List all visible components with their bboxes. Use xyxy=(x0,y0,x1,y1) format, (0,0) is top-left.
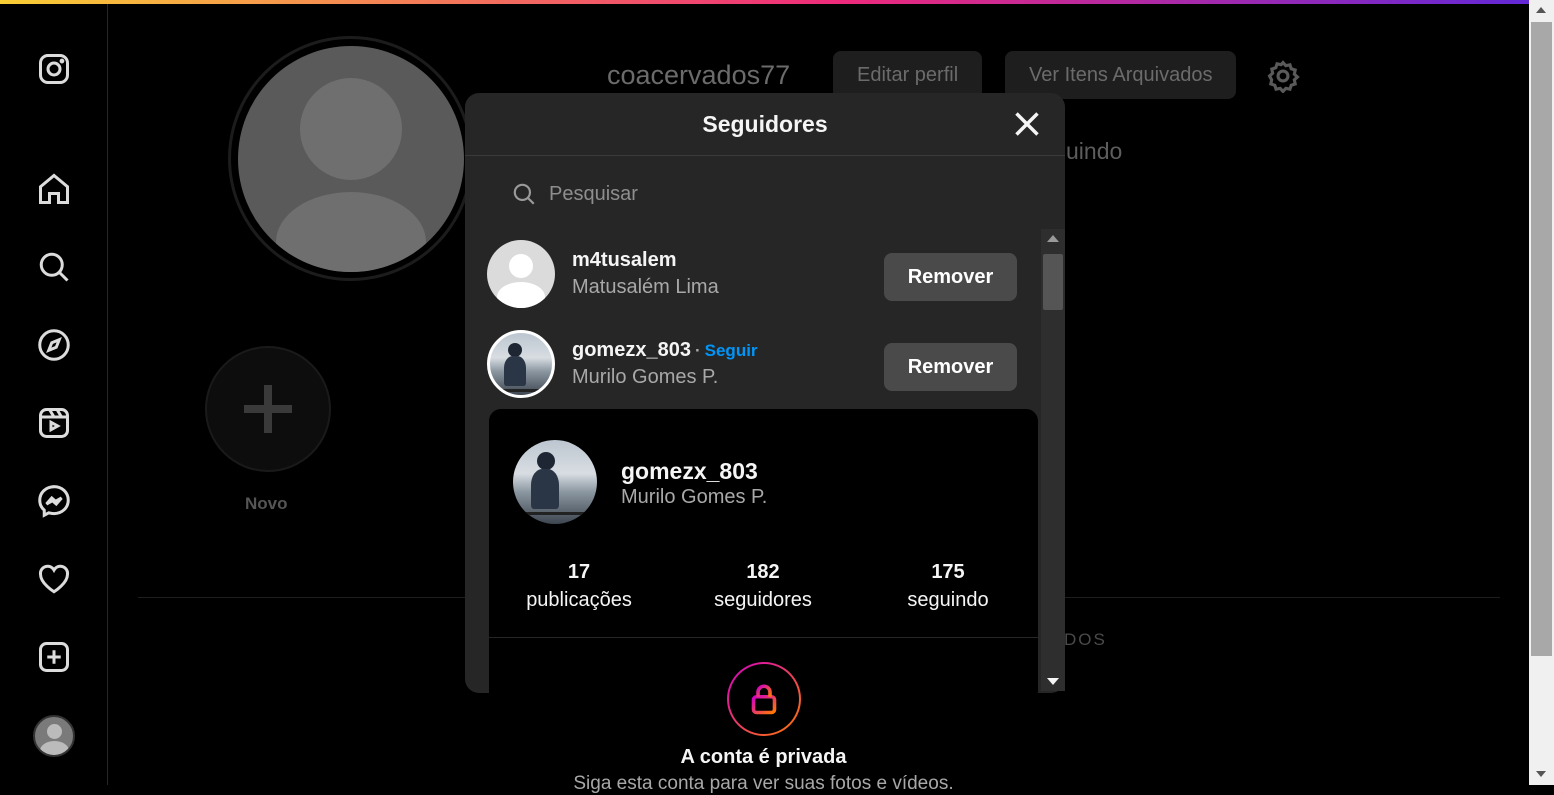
scroll-down-arrow[interactable] xyxy=(1047,678,1059,685)
stat-label: seguindo xyxy=(907,589,989,611)
stat-label: publicações xyxy=(526,589,632,611)
create-icon[interactable] xyxy=(34,637,74,677)
follower-row[interactable]: m4tusalem Matusalém Lima Remover xyxy=(487,240,1017,312)
search-icon xyxy=(513,183,535,205)
stat-value: 17 xyxy=(567,561,591,583)
following-count-fragment: uindo xyxy=(1066,138,1123,164)
new-highlight-button[interactable] xyxy=(205,346,331,472)
scroll-thumb[interactable] xyxy=(1043,254,1063,310)
lock-icon xyxy=(751,684,777,715)
reels-icon[interactable] xyxy=(34,403,74,443)
follower-full-name: Murilo Gomes P. xyxy=(572,366,719,388)
modal-title: Seguidores xyxy=(702,110,828,137)
follow-link[interactable]: Seguir xyxy=(705,341,758,360)
stat-followers: 182 seguidores xyxy=(673,561,853,612)
settings-icon[interactable] xyxy=(1266,59,1300,93)
window-scrollbar[interactable] xyxy=(1529,0,1554,785)
stat-following: 175 seguindo xyxy=(858,561,1038,612)
home-icon[interactable] xyxy=(34,169,74,209)
stat-value: 182 xyxy=(746,561,780,583)
archived-items-button[interactable]: Ver Itens Arquivados xyxy=(1005,51,1237,99)
sidebar xyxy=(0,4,108,785)
follower-row[interactable]: gomezx_803 · Seguir Murilo Gomes P. Remove… xyxy=(487,330,1017,402)
instagram-icon[interactable] xyxy=(34,49,74,89)
stat-value: 175 xyxy=(931,561,965,583)
remove-follower-button[interactable]: Remover xyxy=(884,343,1017,391)
stat-label: seguidores xyxy=(714,589,812,611)
messenger-icon[interactable] xyxy=(34,481,74,521)
hover-card-username[interactable]: gomezx_803 xyxy=(621,458,758,485)
profile-hover-card: gomezx_803 Murilo Gomes P. 17 publicaçõe… xyxy=(489,409,1038,794)
follower-avatar[interactable] xyxy=(487,330,555,398)
search-bar xyxy=(511,179,949,209)
follower-username-line: gomezx_803 · Seguir xyxy=(572,339,758,362)
profile-avatar[interactable] xyxy=(33,715,75,757)
close-icon xyxy=(1015,112,1039,136)
modal-header: Seguidores xyxy=(465,93,1065,156)
follower-username[interactable]: gomezx_803 xyxy=(572,339,691,361)
hover-card-divider xyxy=(489,637,1038,638)
modal-scrollbar[interactable] xyxy=(1041,229,1065,691)
follower-username[interactable]: m4tusalem xyxy=(572,249,677,272)
plus-icon xyxy=(244,385,292,433)
private-account-title: A conta é privada xyxy=(680,746,847,768)
heart-icon[interactable] xyxy=(34,559,74,599)
private-lock-badge xyxy=(727,662,801,736)
explore-icon[interactable] xyxy=(34,325,74,365)
profile-picture[interactable] xyxy=(228,36,473,281)
tab-fragment[interactable]: DOS xyxy=(1064,630,1107,650)
hover-card-avatar[interactable] xyxy=(513,440,597,524)
profile-username: coacervados77 xyxy=(607,60,791,90)
new-highlight-label: Novo xyxy=(245,494,288,513)
follower-avatar[interactable] xyxy=(487,240,555,308)
private-account-subtitle: Siga esta conta para ver suas fotos e ví… xyxy=(573,773,954,794)
search-input[interactable] xyxy=(549,182,949,206)
separator-dot: · xyxy=(694,341,701,360)
stat-posts: 17 publicações xyxy=(489,561,669,612)
search-icon[interactable] xyxy=(34,247,74,287)
window-scroll-thumb[interactable] xyxy=(1531,22,1552,656)
remove-follower-button[interactable]: Remover xyxy=(884,253,1017,301)
hover-card-full-name: Murilo Gomes P. xyxy=(621,486,768,508)
edit-profile-button[interactable]: Editar perfil xyxy=(833,51,983,99)
window-scroll-up-arrow[interactable] xyxy=(1536,7,1546,13)
follower-full-name: Matusalém Lima xyxy=(572,276,719,298)
close-button[interactable] xyxy=(1013,110,1041,138)
window-scroll-down-arrow[interactable] xyxy=(1536,771,1546,777)
scroll-up-arrow[interactable] xyxy=(1047,235,1059,242)
